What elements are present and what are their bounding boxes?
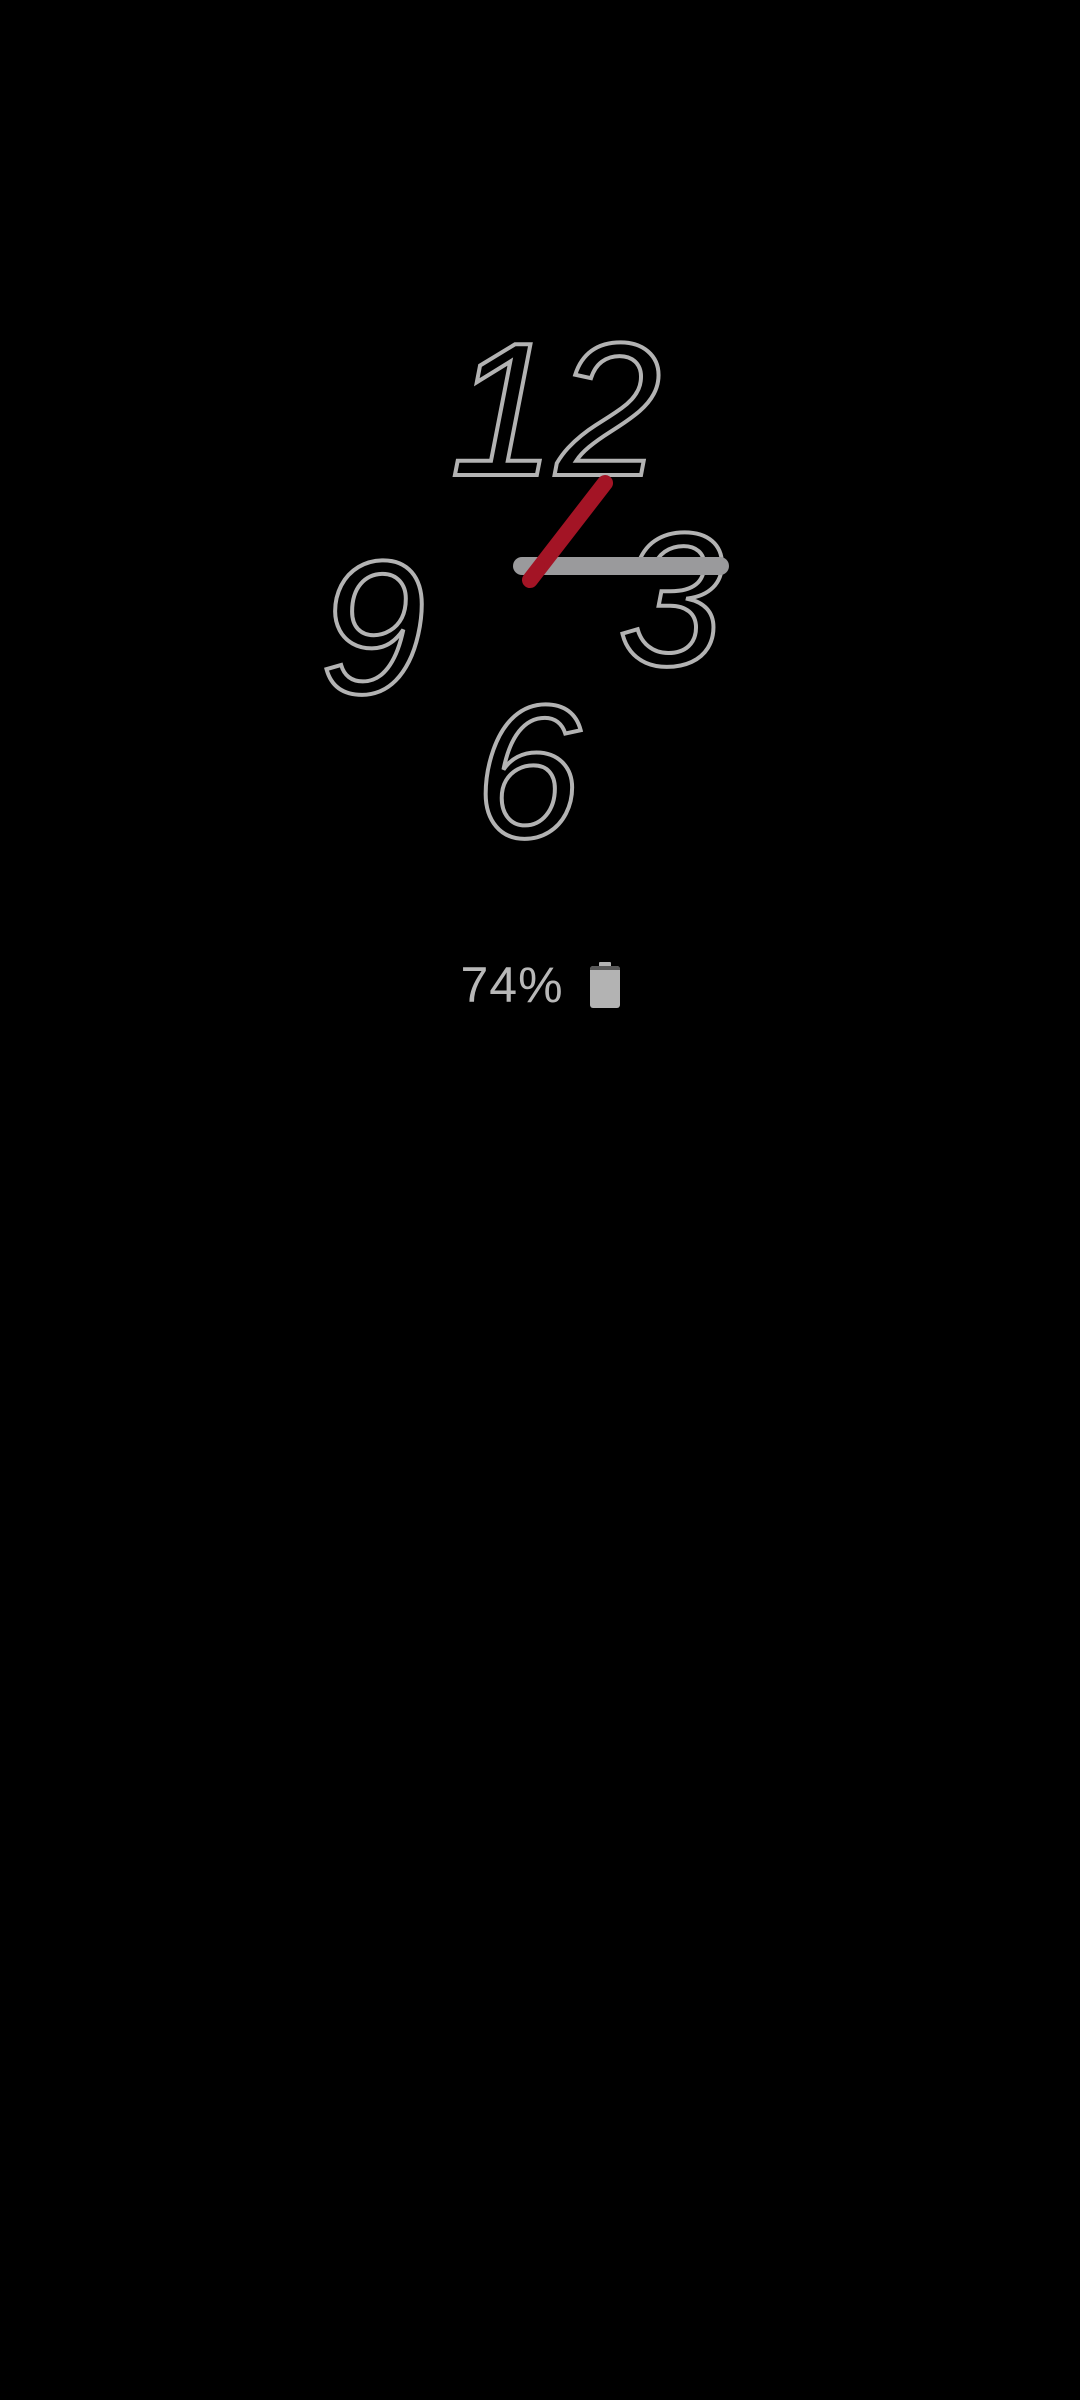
numeral-9: 9 — [320, 522, 426, 734]
battery-empty-portion — [589, 966, 620, 970]
battery-body — [589, 966, 620, 1008]
numeral-12: 12 — [450, 304, 661, 516]
clock-face: 12 3 6 9 — [318, 302, 729, 880]
numeral-6: 6 — [475, 666, 581, 878]
numeral-3: 3 — [618, 494, 724, 706]
battery-status: 74% — [0, 950, 1080, 1020]
battery-percentage: 74% — [460, 957, 564, 1013]
analog-clock: 12 3 6 9 — [300, 270, 780, 880]
battery-icon — [589, 962, 620, 1008]
always-on-display: 12 3 6 9 74% — [0, 0, 1080, 2400]
clock-center-pin — [535, 561, 545, 571]
